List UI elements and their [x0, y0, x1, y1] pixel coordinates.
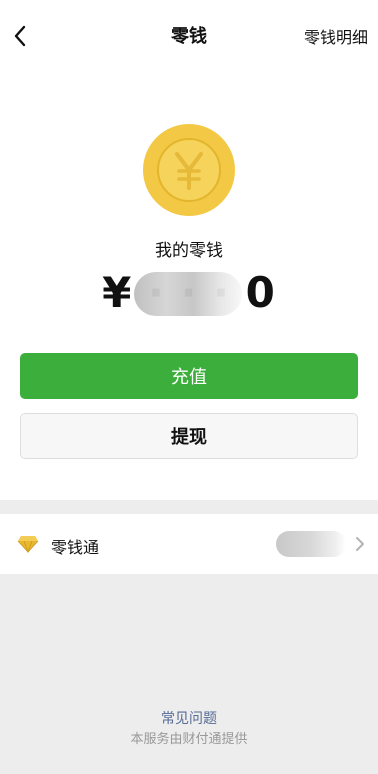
- yen-coin-icon: [143, 124, 235, 216]
- lingqiantong-label: 零钱通: [51, 538, 100, 557]
- balance-label: 我的零钱: [155, 241, 223, 261]
- faq-link[interactable]: 常见问题: [0, 708, 378, 728]
- provider-text: 本服务由财付通提供: [130, 732, 248, 747]
- navbar: 零钱 零钱明细: [0, 0, 378, 72]
- diamond-icon: [17, 536, 39, 554]
- recharge-button[interactable]: 充值: [20, 353, 358, 399]
- balance-redaction: [134, 272, 242, 316]
- withdraw-button[interactable]: 提现: [20, 413, 358, 459]
- balance-section: 零钱 零钱明细 我的零钱 ¥ · · · 0 充值 提现: [0, 0, 378, 500]
- lingqiantong-redaction: [276, 531, 346, 557]
- chevron-right-icon: [356, 537, 364, 551]
- transaction-details-link[interactable]: 零钱明细: [304, 24, 368, 48]
- wallet-page: 零钱 零钱明细 我的零钱 ¥ · · · 0 充值 提现 零钱通 ¥: [0, 0, 378, 774]
